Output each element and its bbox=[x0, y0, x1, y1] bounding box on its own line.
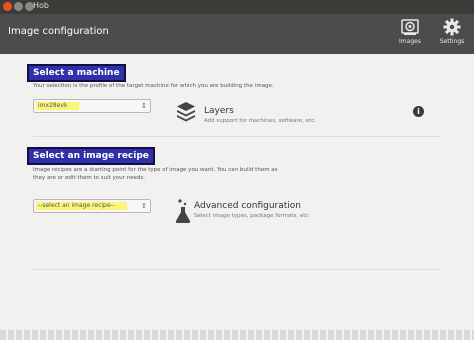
minimize-icon[interactable] bbox=[14, 2, 23, 11]
combo-arrow-icon: ↕ bbox=[141, 202, 147, 210]
select-machine-heading: Select a machine bbox=[27, 64, 126, 82]
divider bbox=[33, 269, 441, 270]
toolbar-header: Image configuration Images Settings bbox=[0, 14, 474, 54]
gear-icon bbox=[443, 18, 461, 36]
layers-icon[interactable] bbox=[175, 100, 197, 122]
advanced-config-title[interactable]: Advanced configuration bbox=[194, 201, 301, 211]
combo-arrow-icon: ↕ bbox=[141, 102, 147, 110]
close-icon[interactable] bbox=[3, 2, 12, 11]
info-icon[interactable]: i bbox=[413, 106, 424, 117]
flask-icon[interactable] bbox=[174, 198, 192, 224]
advanced-config-subtitle: Select image types, package formats, etc bbox=[194, 213, 309, 219]
layers-title[interactable]: Layers bbox=[204, 106, 234, 116]
settings-label: Settings bbox=[439, 38, 465, 45]
page-title: Image configuration bbox=[8, 26, 109, 37]
layers-subtitle: Add support for machines, software, etc. bbox=[204, 118, 316, 124]
images-label: Images bbox=[399, 38, 421, 45]
machine-combo[interactable]: imx28evk ↕ bbox=[33, 99, 151, 113]
window-title: Hob bbox=[33, 1, 49, 10]
machine-description: Your selection is the profile of the tar… bbox=[33, 83, 274, 89]
images-button[interactable]: Images bbox=[390, 17, 430, 53]
settings-button[interactable]: Settings bbox=[432, 17, 472, 53]
window-titlebar: Hob bbox=[0, 0, 474, 14]
recipe-description-line2: they are or edit them to suit your needs… bbox=[33, 175, 146, 181]
recipe-combo-value: --select an image recipe-- bbox=[36, 202, 127, 210]
recipe-description-line1: Image recipes are a starting point for t… bbox=[33, 167, 278, 173]
divider bbox=[33, 136, 441, 137]
machine-combo-value: imx28evk bbox=[36, 102, 80, 110]
images-icon bbox=[401, 19, 419, 35]
select-recipe-heading: Select an image recipe bbox=[27, 147, 155, 165]
recipe-combo[interactable]: --select an image recipe-- ↕ bbox=[33, 199, 151, 213]
main-content bbox=[0, 54, 474, 340]
status-bar bbox=[0, 330, 474, 340]
